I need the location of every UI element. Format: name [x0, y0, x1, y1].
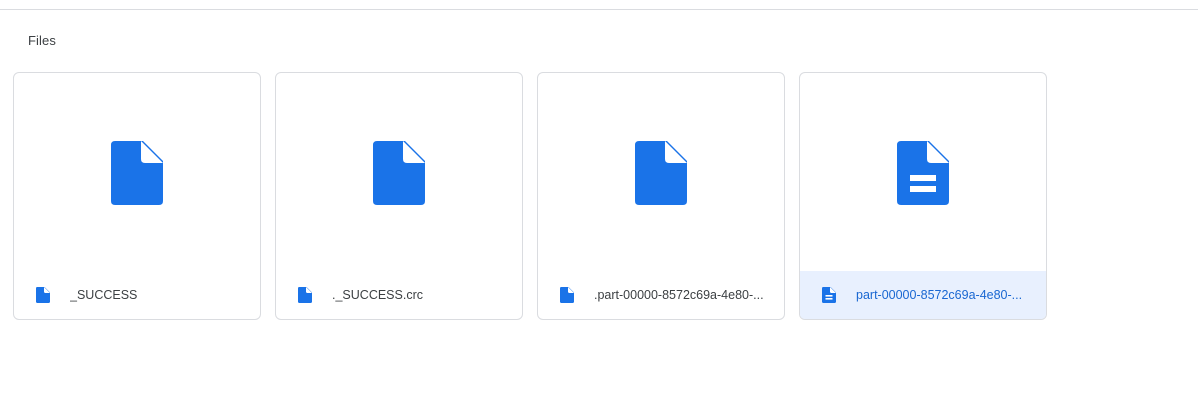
file-name: .part-00000-8572c69a-4e80-... — [594, 288, 764, 302]
section-title: Files — [28, 33, 56, 48]
file-card[interactable]: _SUCCESS — [13, 72, 261, 320]
file-card-footer: _SUCCESS — [14, 271, 260, 319]
file-name: ._SUCCESS.crc — [332, 288, 423, 302]
file-icon — [635, 141, 687, 205]
file-grid: _SUCCESS ._SUCCESS.crc .part-00000-8572c… — [13, 72, 1047, 320]
file-icon — [560, 287, 574, 303]
file-icon — [298, 287, 312, 303]
file-icon — [111, 141, 163, 205]
file-card[interactable]: ._SUCCESS.crc — [275, 72, 523, 320]
file-icon — [373, 141, 425, 205]
file-preview — [14, 73, 260, 271]
file-preview — [800, 73, 1046, 271]
file-name: part-00000-8572c69a-4e80-... — [856, 288, 1023, 302]
top-divider — [0, 9, 1198, 10]
file-card[interactable]: .part-00000-8572c69a-4e80-... — [537, 72, 785, 320]
file-card-footer: .part-00000-8572c69a-4e80-... — [538, 271, 784, 319]
file-name: _SUCCESS — [70, 288, 138, 302]
document-icon — [897, 141, 949, 205]
file-preview — [276, 73, 522, 271]
file-card-selected[interactable]: part-00000-8572c69a-4e80-... — [799, 72, 1047, 320]
file-preview — [538, 73, 784, 271]
file-card-footer: part-00000-8572c69a-4e80-... — [800, 271, 1046, 319]
document-icon — [822, 287, 836, 303]
file-card-footer: ._SUCCESS.crc — [276, 271, 522, 319]
file-icon — [36, 287, 50, 303]
